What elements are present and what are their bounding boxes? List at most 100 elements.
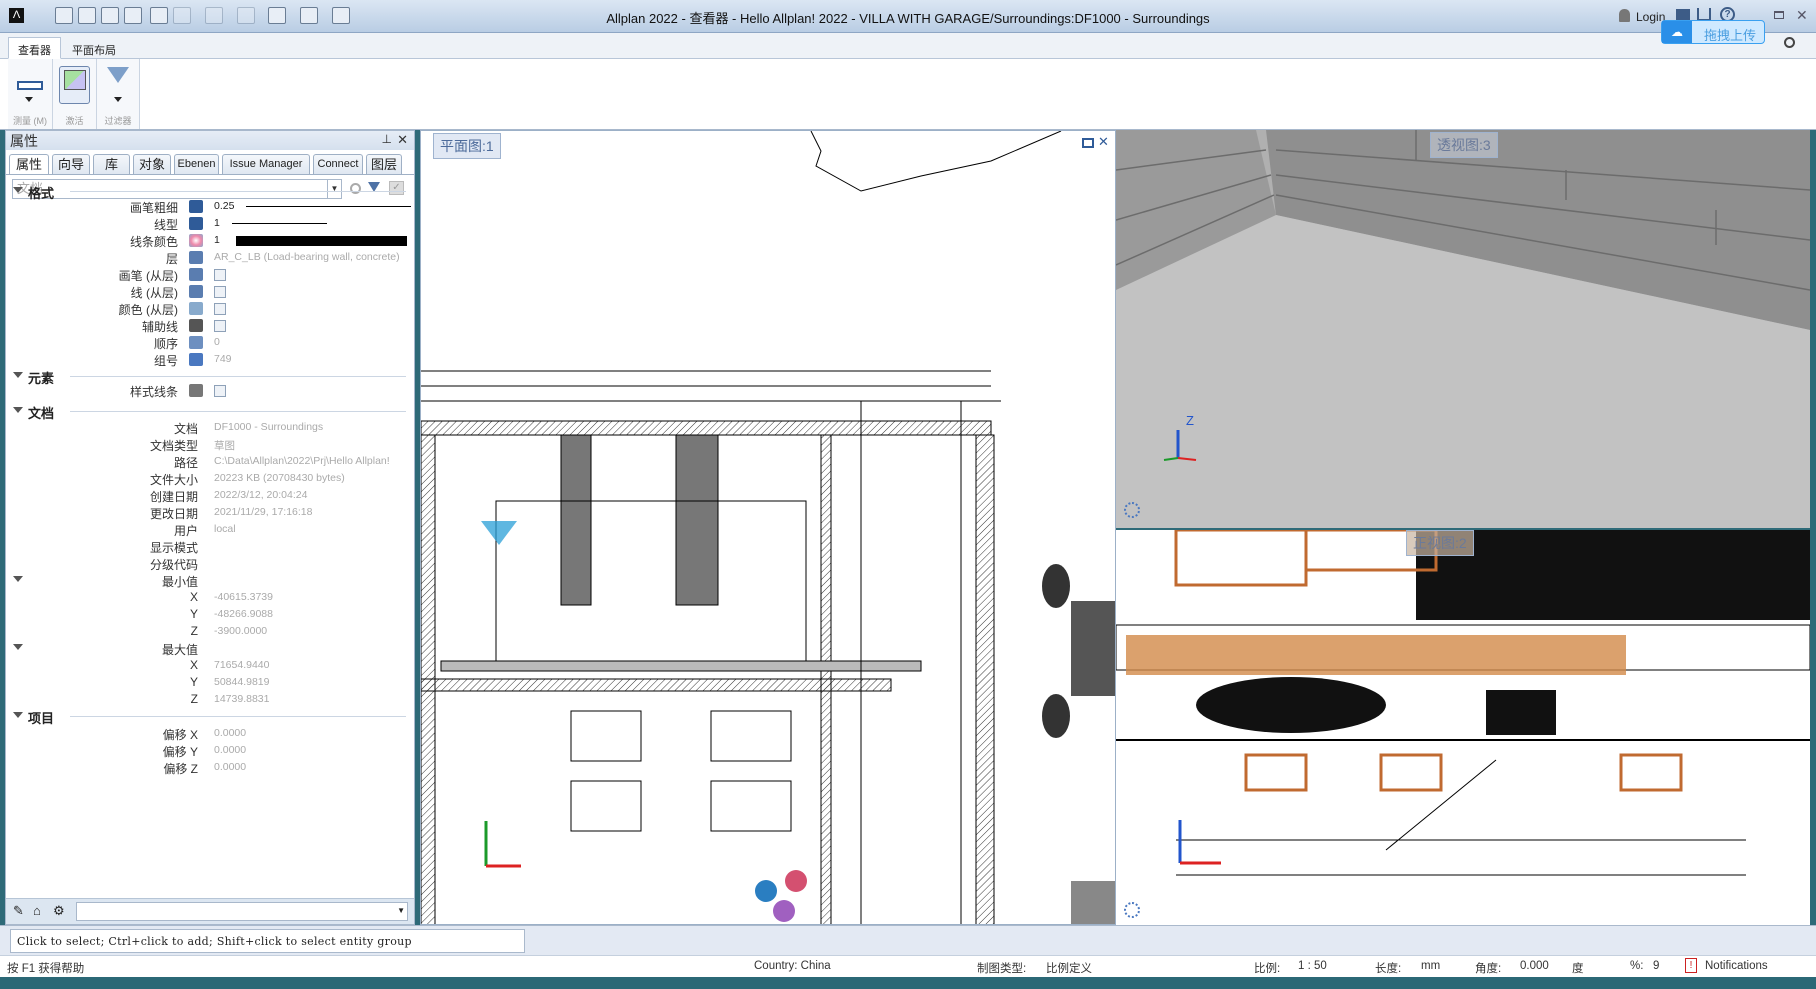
checkbox[interactable] [214,303,226,315]
tab-layers[interactable]: 图层 [366,154,402,174]
maximize-button[interactable] [1774,11,1784,19]
property-label: 顺序 [153,337,178,351]
chevron-down-icon[interactable]: ▼ [397,906,405,915]
upload-button[interactable]: ☁ 拖拽上传 [1661,20,1765,44]
plan-view-label[interactable]: 平面图:1 [433,133,501,159]
properties-panel: 属性 ⊥ ✕ 属性 向导 库 对象 Ebenen Issue Manager C… [5,130,415,925]
property-label: 辅助线 [141,320,178,334]
front-view-label[interactable]: 正视图:2 [1406,530,1474,556]
property-row: 组号 749 [6,351,414,368]
navigation-icon[interactable] [1124,902,1140,918]
pin-icon[interactable]: ⊥ [382,132,392,146]
property-value: 草图 [214,440,235,452]
tab-ebenen[interactable]: Ebenen [174,154,219,174]
checkbox[interactable] [214,320,226,332]
property-value[interactable]: 1 [214,217,220,229]
home-icon[interactable]: ⌂ [33,903,41,918]
watermark-logo [481,521,621,563]
section-project[interactable]: 项目 [6,708,414,726]
property-row: 层 AR_C_LB (Load-bearing wall, concrete) [6,249,414,266]
property-label: Y [189,607,198,621]
property-value: 0.0000 [214,761,247,773]
status-bar: 按 F1 获得帮助 Country: China 制图类型: 比例定义 比例: … [0,955,1816,977]
ruler-icon[interactable] [17,81,43,90]
property-value[interactable]: 1 [214,234,220,246]
drawing-type-value[interactable]: 比例定义 [1046,960,1092,976]
section-document[interactable]: 文档 [6,403,414,421]
notifications-button[interactable]: Notifications [1705,960,1768,972]
tab-layout[interactable]: 平面布局 [62,37,126,59]
tab-viewer[interactable]: 查看器 [8,37,61,59]
checkbox[interactable] [214,269,226,281]
property-label: 画笔 (从层) [118,269,178,283]
tab-library[interactable]: 库 [93,154,130,174]
tab-wizard[interactable]: 向导 [52,154,90,174]
collapse-arrow-icon[interactable] [13,187,23,198]
property-value: AR_C_LB (Load-bearing wall, concrete) [214,251,400,263]
navigation-icon[interactable] [1124,502,1140,518]
percent-value[interactable]: 9 [1653,960,1659,972]
property-row: 更改日期 2021/11/29, 17:16:18 [6,504,414,521]
activate-button[interactable] [59,66,90,104]
angle-value[interactable]: 0.000 [1520,960,1549,972]
property-label: X [189,658,198,672]
property-value: -40615.3739 [214,591,273,603]
pen-from-layer-icon [189,268,203,281]
tab-properties[interactable]: 属性 [9,154,49,174]
length-value[interactable]: mm [1421,960,1440,972]
property-label: 画笔粗细 [129,201,178,215]
property-row: 显示模式 [6,538,414,555]
property-value: 50844.9819 [214,676,270,688]
search-icon[interactable] [1784,37,1795,48]
collapse-arrow-icon[interactable] [13,407,23,418]
property-value: 2021/11/29, 17:16:18 [214,506,313,518]
help-hint: 按 F1 获得帮助 [7,963,85,975]
section-format[interactable]: 格式 [6,183,414,201]
group-icon [189,353,203,366]
property-label: 文件大小 [149,473,198,487]
tab-issue-manager[interactable]: Issue Manager [222,154,310,174]
group-label: 测量 (M) [13,116,47,126]
close-button[interactable]: ✕ [1796,7,1808,24]
property-value[interactable]: 0.25 [214,200,234,212]
command-prompt[interactable]: Click to select; Ctrl+click to add; Shif… [10,929,525,953]
settings-icon[interactable]: ⚙ [53,903,65,919]
close-panel-icon[interactable]: ✕ [397,132,408,148]
cloud-icon: ☁ [1662,21,1692,43]
front-viewport[interactable]: 正视图:2 [1116,530,1810,925]
panel-toolbar: ✎ ⌂ ⚙ ▼ [6,898,414,924]
line-type-icon [189,217,203,230]
line-preview [232,223,327,224]
property-row: 画笔 (从层) [6,266,414,283]
collapse-arrow-icon[interactable] [13,712,23,723]
perspective-view-label[interactable]: 透视图:3 [1430,132,1498,158]
property-row: Y 50844.9819 [6,674,414,691]
dropdown-arrow-icon[interactable] [114,97,122,106]
tab-connect[interactable]: Connect [313,154,363,174]
plan-viewport[interactable]: 平面图:1 ✕ [420,130,1116,925]
scale-label: 比例: [1254,963,1281,975]
maximize-view-icon[interactable] [1082,138,1094,148]
toolbar-combo[interactable]: ▼ [76,902,408,921]
perspective-viewport[interactable]: Z 透视图:3 [1116,130,1810,528]
property-label: 样式线条 [129,385,178,399]
property-label: Y [189,675,198,689]
tab-objects[interactable]: 对象 [133,154,171,174]
property-row: 偏移 X 0.0000 [6,725,414,742]
scale-value[interactable]: 1 : 50 [1298,960,1327,972]
upload-label: 拖拽上传 [1704,28,1757,43]
checkbox[interactable] [214,286,226,298]
notification-icon[interactable]: ! [1685,958,1697,973]
panel-header: 属性 ⊥ ✕ [6,131,414,150]
filter-icon[interactable] [107,67,129,94]
property-label: 偏移 Y [162,745,198,759]
property-row: Y -48266.9088 [6,606,414,623]
pen-icon[interactable]: ✎ [13,903,24,919]
user-icon [1619,9,1630,22]
dropdown-arrow-icon[interactable] [25,97,33,106]
property-value: 14739.8831 [214,693,270,705]
ribbon-group-activate: 激活 [53,59,97,129]
checkbox[interactable] [214,385,226,397]
close-view-icon[interactable]: ✕ [1098,134,1109,150]
pen-thickness-icon [189,200,203,213]
